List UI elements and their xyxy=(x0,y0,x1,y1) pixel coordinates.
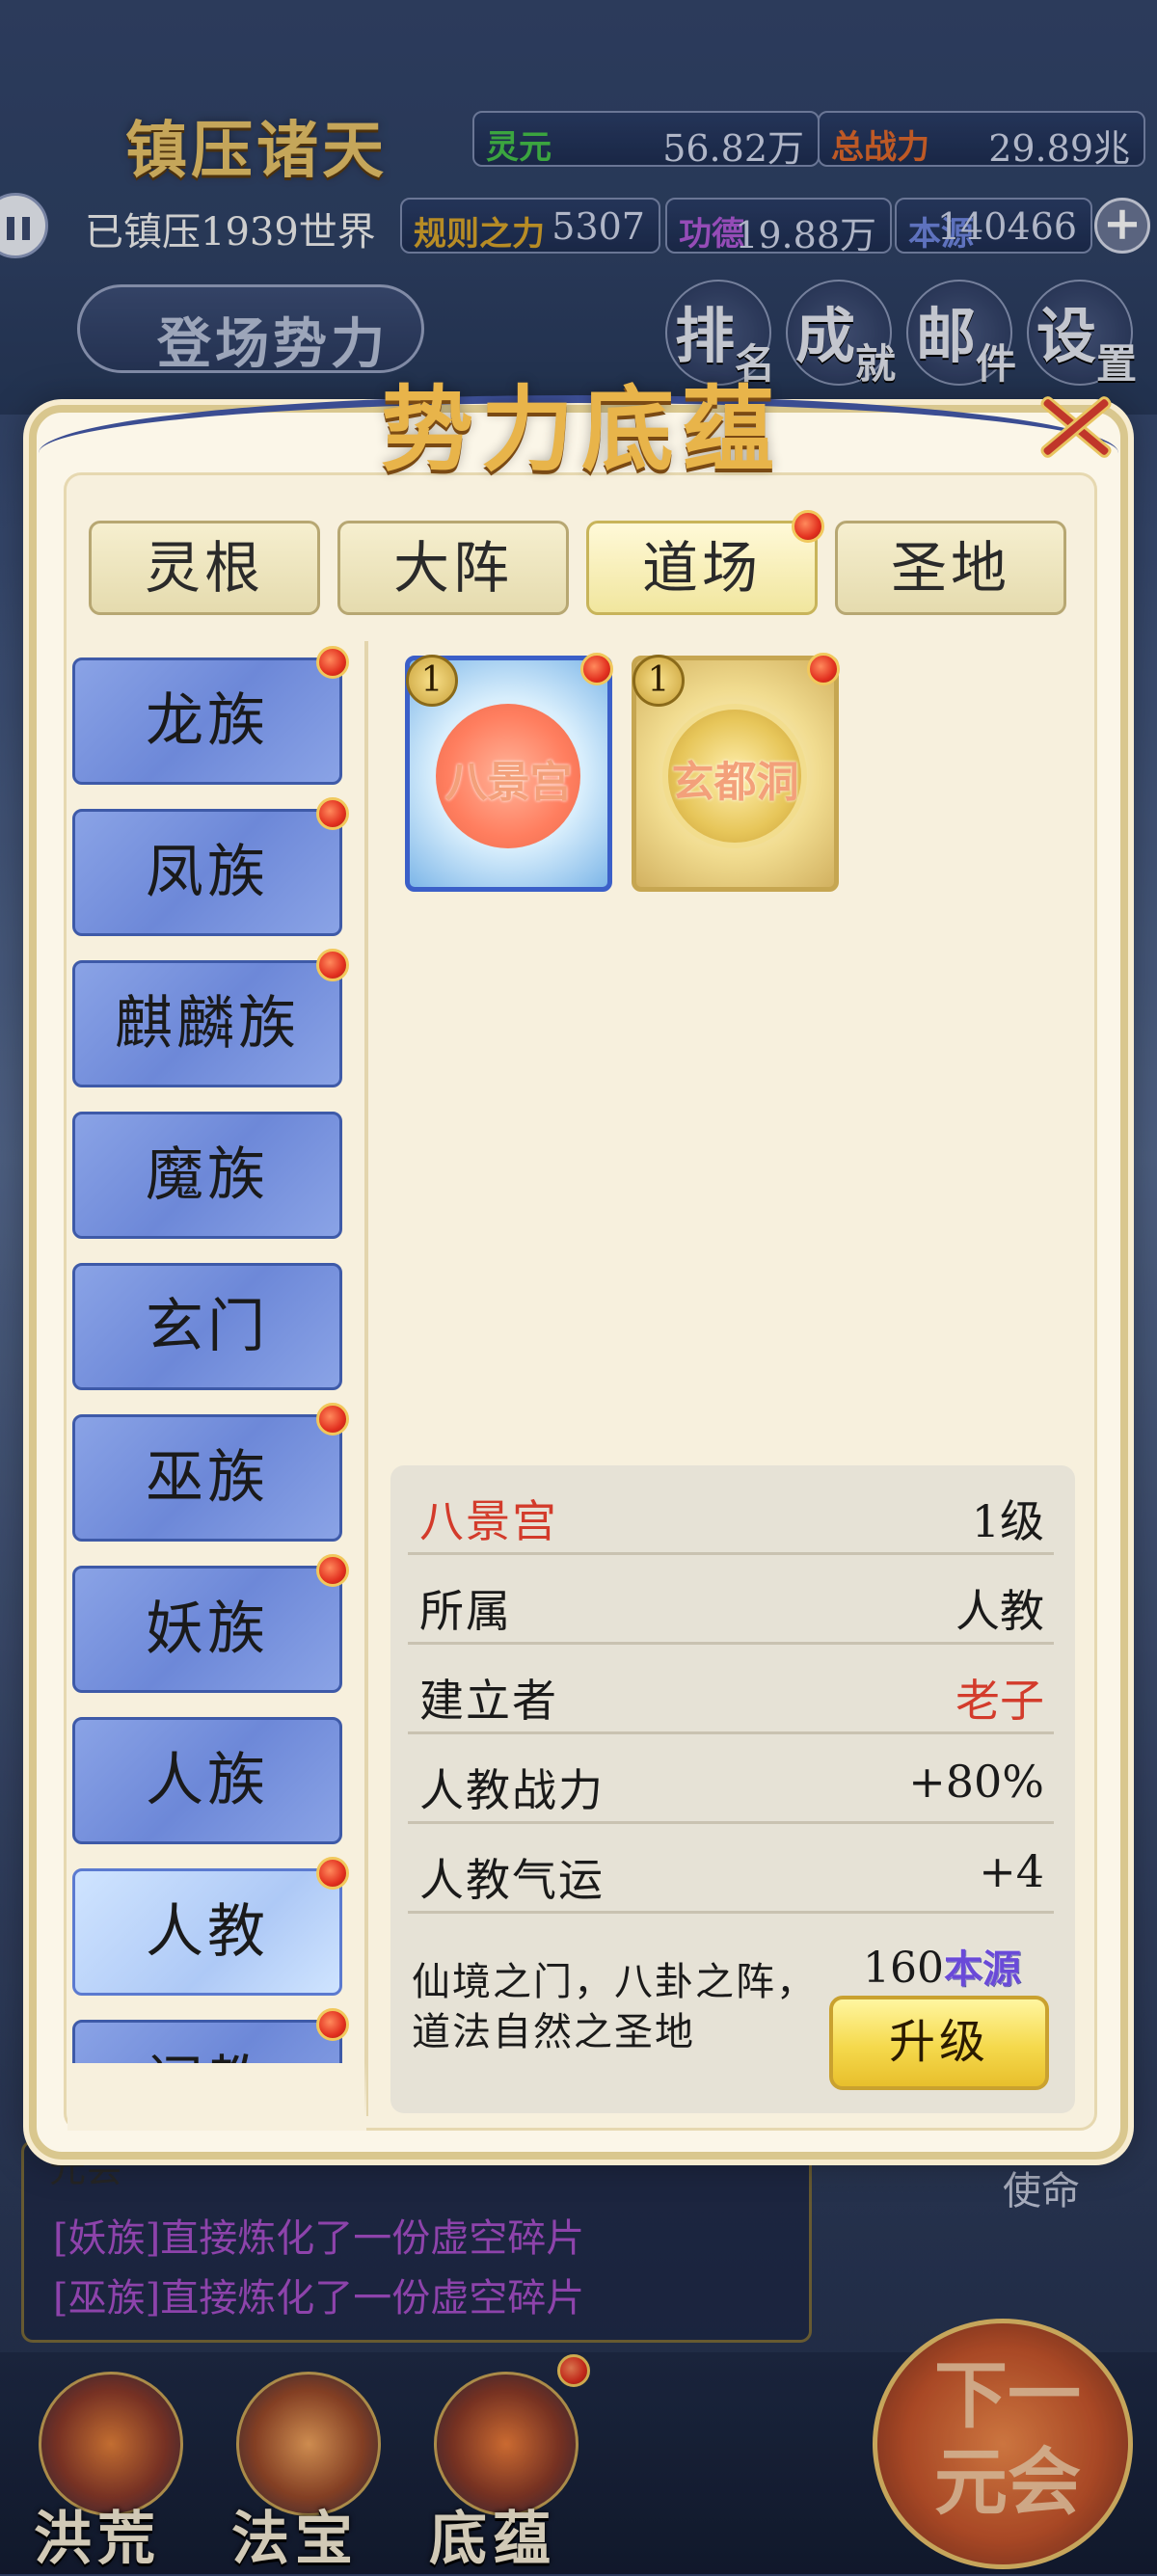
detail-header: 八景宫 1级 xyxy=(408,1465,1054,1555)
detail-key: 人教气运 xyxy=(419,1854,605,1906)
close-button[interactable] xyxy=(1027,378,1123,474)
detail-value: +80% xyxy=(908,1756,1044,1808)
detail-name: 八景宫 xyxy=(419,1495,558,1547)
faction-item-qilinzu[interactable]: 麒麟族 xyxy=(72,960,342,1087)
detail-row-fortune: 人教气运 +4 xyxy=(408,1824,1054,1914)
tab-shengdi[interactable]: 圣地 xyxy=(835,521,1066,615)
cost-amount: 160 xyxy=(863,1944,944,1993)
faction-item-wuzu[interactable]: 巫族 xyxy=(72,1414,342,1542)
notification-dot xyxy=(316,949,349,981)
faction-item-chanjiao[interactable]: 阐教 xyxy=(72,2020,342,2063)
tab-label: 道场 xyxy=(641,535,762,601)
detail-value: 老子 xyxy=(955,1675,1044,1727)
faction-item-fengzu[interactable]: 凤族 xyxy=(72,809,342,936)
card-name: 八景宫 xyxy=(444,758,573,807)
faction-list[interactable]: 龙族 凤族 麒麟族 魔族 玄门 巫族 妖族 人族 人教 阐教 xyxy=(67,646,357,2063)
faction-item-renzu[interactable]: 人族 xyxy=(72,1717,342,1844)
upgrade-button[interactable]: 升级 xyxy=(829,1996,1049,2090)
item-card-bajinggong[interactable]: 八景宫 1 xyxy=(405,653,613,892)
tab-label: 灵根 xyxy=(144,535,264,601)
detail-key: 建立者 xyxy=(419,1675,558,1727)
faction-item-longzu[interactable]: 龙族 xyxy=(72,657,342,785)
notification-dot xyxy=(792,510,824,543)
notification-dot xyxy=(316,646,349,679)
faction-item-yaozu[interactable]: 妖族 xyxy=(72,1566,342,1693)
detail-value: +4 xyxy=(979,1845,1044,1897)
tab-label: 圣地 xyxy=(890,535,1010,601)
notification-dot xyxy=(580,653,613,685)
detail-row-affiliation: 所属 人教 xyxy=(408,1555,1054,1645)
cost-unit: 本源 xyxy=(943,1946,1021,1992)
notification-dot xyxy=(316,1857,349,1890)
faction-item-renjiao[interactable]: 人教 xyxy=(72,1868,342,1996)
detail-key: 所属 xyxy=(419,1585,512,1637)
card-level: 1 xyxy=(406,655,458,707)
detail-value: 人教 xyxy=(955,1585,1044,1637)
modal-title: 势力底蕴 xyxy=(381,375,782,484)
upgrade-cost: 160本源 xyxy=(863,1938,1021,1994)
detail-row-founder: 建立者 老子 xyxy=(408,1645,1054,1734)
faction-item-mozu[interactable]: 魔族 xyxy=(72,1112,342,1239)
divider xyxy=(364,641,368,2116)
tab-label: 大阵 xyxy=(392,535,513,601)
list-fade xyxy=(67,2063,366,2131)
detail-key: 人教战力 xyxy=(419,1764,605,1816)
tab-linggen[interactable]: 灵根 xyxy=(89,521,320,615)
notification-dot xyxy=(316,797,349,830)
detail-description: 仙境之门，八卦之阵， 道法自然之圣地 xyxy=(412,1960,817,2054)
notification-dot xyxy=(807,653,840,685)
tab-dazhen[interactable]: 大阵 xyxy=(337,521,569,615)
item-card-xuandudong[interactable]: 玄都洞 1 xyxy=(632,653,840,892)
detail-panel: 八景宫 1级 所属 人教 建立者 老子 人教战力 +80% 人教气运 +4 仙境… xyxy=(390,1465,1075,2113)
notification-dot xyxy=(316,1554,349,1587)
notification-dot xyxy=(316,2008,349,2041)
tab-daochang[interactable]: 道场 xyxy=(586,510,824,615)
detail-level: 1级 xyxy=(971,1495,1044,1547)
detail-row-power: 人教战力 +80% xyxy=(408,1734,1054,1824)
card-name: 玄都洞 xyxy=(671,758,799,807)
faction-item-xuanmen[interactable]: 玄门 xyxy=(72,1263,342,1390)
notification-dot xyxy=(316,1403,349,1436)
card-level: 1 xyxy=(632,655,685,707)
